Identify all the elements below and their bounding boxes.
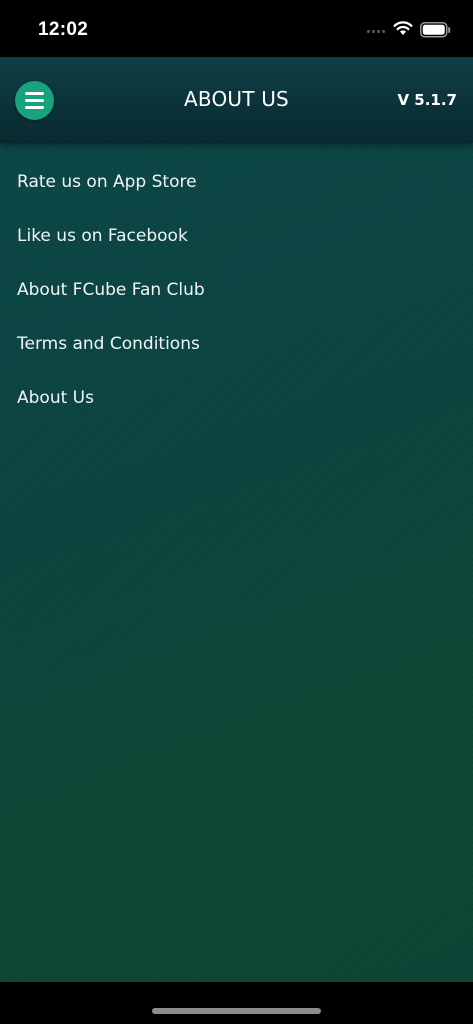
menu-item-terms-conditions[interactable]: Terms and Conditions xyxy=(0,317,473,371)
wifi-icon xyxy=(393,21,413,35)
cellular-signal-icon xyxy=(367,30,385,33)
home-indicator[interactable] xyxy=(152,1008,321,1014)
status-time: 12:02 xyxy=(38,19,89,40)
menu-list: Rate us on App Store Like us on Facebook… xyxy=(0,143,473,425)
menu-item-rate-app-store[interactable]: Rate us on App Store xyxy=(0,155,473,209)
menu-item-about-fan-club[interactable]: About FCube Fan Club xyxy=(0,263,473,317)
app-header: ABOUT US V 5.1.7 xyxy=(0,57,473,143)
app-screen: 12:02 ABOUT US V 5.1.7 Rate us on App St… xyxy=(0,0,473,1024)
menu-item-about-us[interactable]: About Us xyxy=(0,371,473,425)
menu-item-like-facebook[interactable]: Like us on Facebook xyxy=(0,209,473,263)
app-version: V 5.1.7 xyxy=(397,91,457,109)
bottom-bar xyxy=(0,982,473,1024)
menu-content: Rate us on App Store Like us on Facebook… xyxy=(0,143,473,982)
battery-icon xyxy=(420,22,451,38)
status-bar: 12:02 xyxy=(0,0,473,57)
